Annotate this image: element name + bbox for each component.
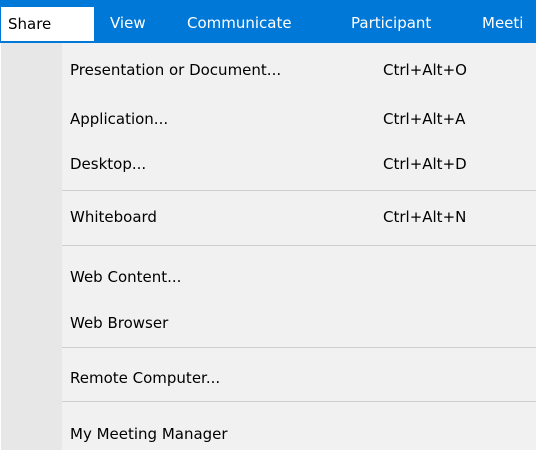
menu-tab-label: View — [110, 14, 146, 32]
menu-tab-communicate[interactable]: Communicate — [187, 9, 292, 37]
menu-item-web-content[interactable]: Web Content... — [1, 256, 536, 298]
menu-tab-view[interactable]: View — [110, 9, 146, 37]
menu-item-shortcut: Ctrl+Alt+A — [383, 110, 466, 128]
menu-separator — [62, 245, 536, 246]
menu-item-shortcut: Ctrl+Alt+N — [383, 208, 467, 226]
menu-tab-label: Participant — [351, 14, 432, 32]
menu-tab-label: Communicate — [187, 14, 292, 32]
menu-item-label: Remote Computer... — [70, 369, 221, 387]
menu-bar: Share View Communicate Participant Meeti — [0, 0, 536, 43]
share-dropdown-menu: Presentation or Document... Ctrl+Alt+O A… — [1, 43, 536, 450]
menu-item-label: Web Browser — [70, 314, 169, 332]
menu-item-remote-computer[interactable]: Remote Computer... — [1, 357, 536, 399]
menu-separator — [62, 347, 536, 348]
menu-item-shortcut: Ctrl+Alt+D — [383, 155, 467, 173]
menu-item-label: Presentation or Document... — [70, 61, 282, 79]
menu-item-presentation-or-document[interactable]: Presentation or Document... Ctrl+Alt+O — [1, 49, 536, 91]
menu-tab-label: Share — [8, 15, 52, 33]
menu-item-label: Whiteboard — [70, 208, 157, 226]
menu-tab-participant[interactable]: Participant — [351, 9, 431, 37]
menu-separator — [62, 190, 536, 191]
menu-item-label: My Meeting Manager — [70, 425, 228, 443]
menu-item-label: Desktop... — [70, 155, 147, 173]
menu-separator — [62, 401, 536, 402]
menu-item-shortcut: Ctrl+Alt+O — [383, 61, 467, 79]
menu-item-desktop[interactable]: Desktop... Ctrl+Alt+D — [1, 143, 536, 185]
menu-tab-label: Meeti — [482, 14, 524, 32]
app-window: Share View Communicate Participant Meeti… — [0, 0, 536, 450]
menu-tab-meeting[interactable]: Meeti — [482, 9, 523, 37]
menu-tab-share[interactable]: Share — [1, 7, 94, 41]
menu-item-my-meeting-manager[interactable]: My Meeting Manager — [1, 413, 536, 450]
menu-item-label: Web Content... — [70, 268, 182, 286]
menu-item-whiteboard[interactable]: Whiteboard Ctrl+Alt+N — [1, 196, 536, 238]
menu-item-web-browser[interactable]: Web Browser — [1, 302, 536, 344]
menu-item-application[interactable]: Application... Ctrl+Alt+A — [1, 98, 536, 140]
menu-item-label: Application... — [70, 110, 169, 128]
